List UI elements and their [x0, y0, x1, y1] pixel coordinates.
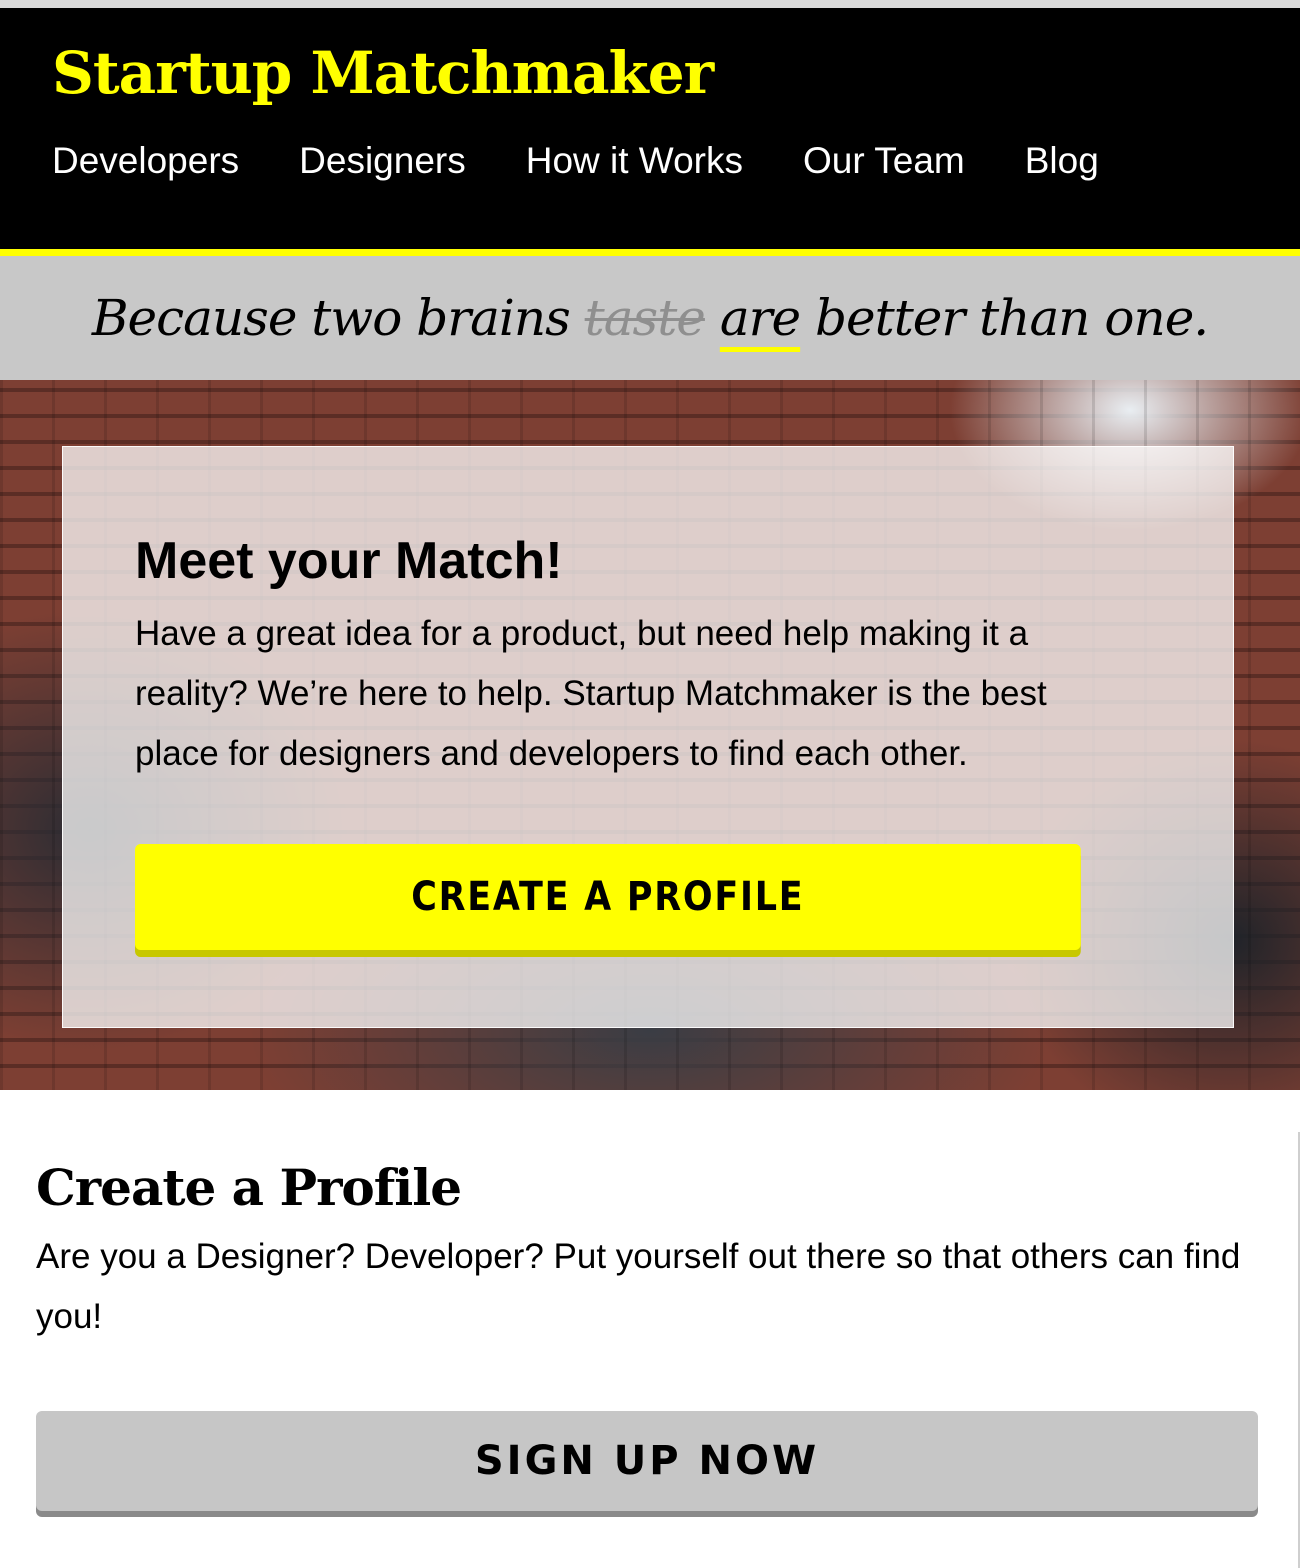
tagline-before: Because two brains — [91, 289, 585, 347]
section-title: Create a Profile — [36, 1158, 462, 1217]
brand-logo[interactable]: Startup Matchmaker — [52, 44, 714, 102]
hero: Meet your Match! Have a great idea for a… — [0, 380, 1300, 1090]
create-profile-button-label: CREATE A PROFILE — [411, 874, 805, 921]
main-nav: Developers Designers How it Works Our Te… — [52, 142, 1300, 179]
section-text: Are you a Designer? Developer? Put yours… — [36, 1237, 1241, 1336]
tagline-after: better than one. — [800, 289, 1209, 347]
tagline: Because two brains taste are better than… — [91, 289, 1209, 347]
nav-our-team[interactable]: Our Team — [803, 142, 965, 179]
hero-text: Have a great idea for a product, but nee… — [135, 614, 1047, 774]
tagline-struck-word: taste — [584, 289, 706, 347]
hero-title: Meet your Match! — [135, 532, 563, 590]
create-profile-section: Create a Profile Are you a Designer? Dev… — [0, 1090, 1300, 1568]
nav-blog[interactable]: Blog — [1025, 142, 1099, 179]
nav-how-it-works[interactable]: How it Works — [526, 142, 743, 179]
sign-up-button[interactable]: SIGN UP NOW — [36, 1411, 1258, 1511]
nav-designers[interactable]: Designers — [299, 142, 466, 179]
site-header: Startup Matchmaker Developers Designers … — [0, 8, 1300, 256]
hero-card: Meet your Match! Have a great idea for a… — [62, 446, 1234, 1028]
create-profile-button[interactable]: CREATE A PROFILE — [135, 844, 1081, 951]
top-strip — [0, 0, 1300, 8]
tagline-bar: Because two brains taste are better than… — [0, 256, 1300, 380]
nav-developers[interactable]: Developers — [52, 142, 239, 179]
tagline-underlined-word: are — [719, 289, 801, 347]
